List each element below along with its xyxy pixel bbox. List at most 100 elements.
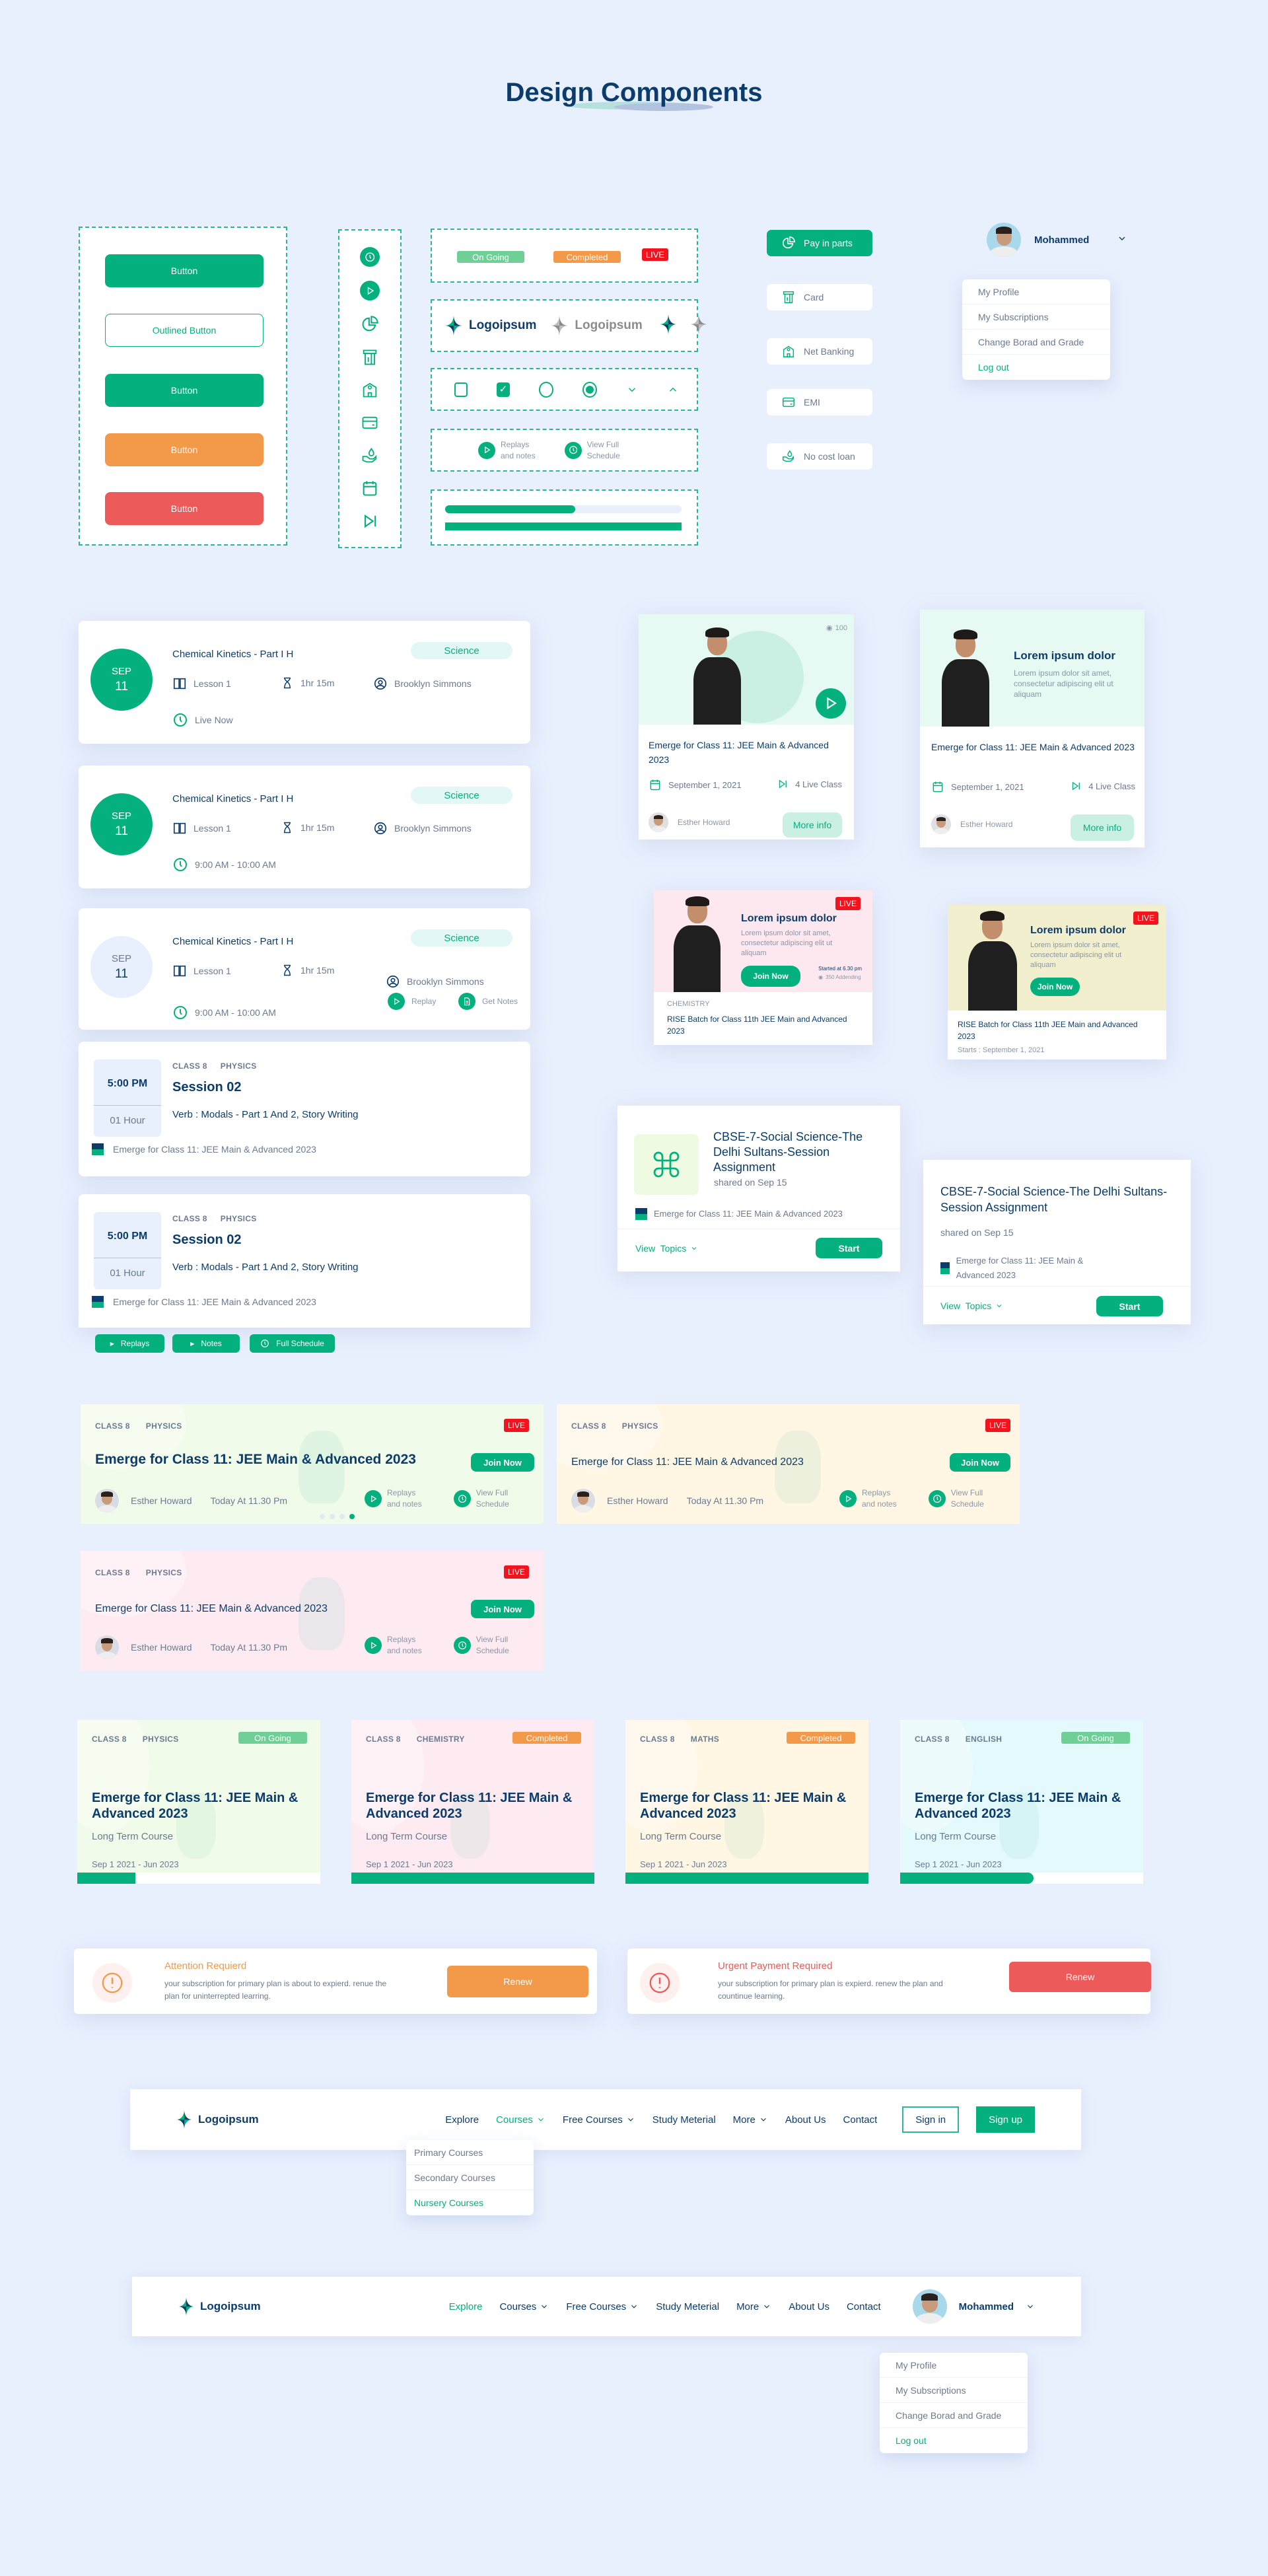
logo[interactable]: Logoipsum: [174, 2109, 259, 2130]
start-button[interactable]: Start: [1096, 1296, 1163, 1316]
replays-notes-link[interactable]: Replays and notes: [365, 1487, 422, 1510]
payment-option-3[interactable]: EMI: [767, 389, 872, 415]
user-menu-item[interactable]: Log out: [880, 2428, 1028, 2453]
session-button-0[interactable]: ▶ Replays: [95, 1334, 164, 1353]
nav-item-free-courses[interactable]: Free Courses: [566, 2301, 639, 2312]
user-menu-item[interactable]: My Subscriptions: [880, 2378, 1028, 2403]
payment-option-2[interactable]: Net Banking: [767, 338, 872, 365]
assignment-card[interactable]: CBSE-7-Social Science-The Delhi Sultans-…: [617, 1106, 900, 1271]
renew-button[interactable]: Renew: [1009, 1962, 1151, 1992]
payment-option-4[interactable]: No cost loan: [767, 443, 872, 470]
live-promo-card[interactable]: LIVE Lorem ipsum dolor Lorem ipsum dolor…: [948, 905, 1166, 1059]
carousel-dot[interactable]: [330, 1514, 335, 1519]
nav-item-contact[interactable]: Contact: [847, 2301, 881, 2312]
course-progress-card[interactable]: CLASS 8 PHYSICS On Going Emerge for Class…: [77, 1720, 320, 1884]
schedule-card[interactable]: SEP 11 Chemical Kinetics - Part I H Scien…: [79, 621, 530, 744]
session-card[interactable]: 5:00 PM 01 Hour CLASS 8 PHYSICS Session 0…: [79, 1042, 530, 1176]
nav-item-about-us[interactable]: About Us: [785, 2114, 826, 2126]
nav-item-free-courses[interactable]: Free Courses: [563, 2114, 635, 2126]
session-button-2[interactable]: Full Schedule: [250, 1334, 335, 1353]
nav-item-more[interactable]: More: [733, 2114, 768, 2126]
more-info-button[interactable]: More info: [1071, 814, 1134, 841]
red-button[interactable]: Button: [105, 492, 264, 525]
replay-link[interactable]: Replay: [388, 993, 436, 1010]
session-time: 5:00 PM: [94, 1059, 161, 1106]
get-notes-link[interactable]: Get Notes: [458, 993, 518, 1010]
join-now-button[interactable]: Join Now: [741, 966, 800, 987]
carousel-dot[interactable]: [339, 1514, 345, 1519]
course-progress-card[interactable]: CLASS 8 CHEMISTRY Completed Emerge for Cl…: [351, 1720, 594, 1884]
play-icon[interactable]: [816, 688, 846, 719]
nav-item-study-meterial[interactable]: Study Meterial: [656, 2301, 719, 2312]
view-schedule-link[interactable]: View Full Schedule: [453, 1634, 509, 1657]
join-now-button[interactable]: Join Now: [950, 1453, 1010, 1472]
view-schedule-link[interactable]: View Full Schedule: [453, 1487, 509, 1510]
sign-up-button[interactable]: Sign up: [976, 2106, 1035, 2133]
view-topics-toggle[interactable]: View Topics: [635, 1243, 698, 1254]
live-class-banner[interactable]: CLASS 8 PHYSICS LIVE Emerge for Class 11:…: [557, 1404, 1020, 1524]
schedule-card[interactable]: SEP 11 Chemical Kinetics - Part I H Scien…: [79, 908, 530, 1030]
nav-item-courses[interactable]: Courses: [496, 2114, 546, 2126]
renew-button[interactable]: Renew: [447, 1966, 588, 1997]
session-button-1[interactable]: ▶ Notes: [172, 1334, 240, 1353]
carousel-dot[interactable]: [320, 1514, 325, 1519]
live-class-banner[interactable]: CLASS 8 PHYSICS LIVE Emerge for Class 11:…: [81, 1404, 544, 1524]
promo-image: LIVE Lorem ipsum dolor Lorem ipsum dolor…: [654, 890, 872, 992]
nav-item-about-us[interactable]: About Us: [789, 2301, 829, 2312]
outlined-button[interactable]: Outlined Button: [105, 314, 264, 347]
checkbox-unchecked[interactable]: [454, 382, 468, 397]
assignment-card[interactable]: CBSE-7-Social Science-The Delhi Sultans-…: [923, 1160, 1191, 1324]
nav-label: Explore: [445, 2114, 479, 2126]
join-now-button[interactable]: Join Now: [1030, 978, 1080, 996]
session-card[interactable]: 5:00 PM 01 Hour CLASS 8 PHYSICS Session 0…: [79, 1194, 530, 1328]
radio-unchecked[interactable]: [539, 381, 553, 398]
nav-item-explore[interactable]: Explore: [445, 2114, 479, 2126]
live-promo-card[interactable]: LIVE Lorem ipsum dolor Lorem ipsum dolor…: [654, 890, 872, 1045]
nav-item-study-meterial[interactable]: Study Meterial: [652, 2114, 716, 2126]
completed-badge: Completed: [553, 251, 621, 263]
chevron-up-icon[interactable]: [667, 384, 679, 396]
radio-checked[interactable]: [582, 381, 597, 398]
replays-notes-link[interactable]: Replays and notes: [478, 439, 536, 462]
user-menu-item[interactable]: My Profile: [880, 2353, 1028, 2378]
payment-option-0[interactable]: Pay in parts: [767, 230, 872, 256]
orange-button[interactable]: Button: [105, 433, 264, 466]
nav-item-explore[interactable]: Explore: [449, 2301, 483, 2312]
courses-dropdown-item[interactable]: Secondary Courses: [406, 2165, 534, 2190]
schedule-card[interactable]: SEP 11 Chemical Kinetics - Part I H Scien…: [79, 766, 530, 888]
nav-item-courses[interactable]: Courses: [499, 2301, 549, 2312]
course-card[interactable]: ◉ 100 Emerge for Class 11: JEE Main & Adv…: [639, 614, 854, 840]
join-now-button[interactable]: Join Now: [471, 1453, 534, 1472]
carousel-dot[interactable]: [349, 1514, 355, 1519]
user-menu-toggle[interactable]: Mohammed: [912, 2289, 1035, 2324]
view-topics-toggle[interactable]: View Topics: [940, 1301, 1003, 1311]
profile-menu-item[interactable]: My Subscriptions: [962, 304, 1110, 330]
profile-menu-item[interactable]: My Profile: [962, 279, 1110, 304]
view-schedule-link[interactable]: View Full Schedule: [564, 439, 620, 462]
courses-dropdown-item[interactable]: Primary Courses: [406, 2140, 534, 2165]
live-class-banner[interactable]: CLASS 8 PHYSICS LIVE Emerge for Class 11:…: [81, 1551, 544, 1670]
courses-dropdown-item[interactable]: Nursery Courses: [406, 2190, 534, 2215]
sign-in-button[interactable]: Sign in: [902, 2106, 960, 2133]
start-button[interactable]: Start: [816, 1238, 882, 1258]
replays-notes-link[interactable]: Replays and notes: [839, 1487, 897, 1510]
logo[interactable]: Logoipsum: [176, 2296, 261, 2317]
more-info-button[interactable]: More info: [783, 812, 842, 838]
user-menu-item[interactable]: Change Borad and Grade: [880, 2403, 1028, 2428]
join-now-button[interactable]: Join Now: [471, 1600, 534, 1618]
profile-menu-item[interactable]: Change Borad and Grade: [962, 330, 1110, 355]
green-button[interactable]: Button: [105, 374, 264, 407]
replays-notes-link[interactable]: Replays and notes: [365, 1634, 422, 1657]
course-progress-card[interactable]: CLASS 8 ENGLISH On Going Emerge for Class…: [900, 1720, 1143, 1884]
view-schedule-link[interactable]: View Full Schedule: [928, 1487, 984, 1510]
profile-menu-item[interactable]: Log out: [962, 355, 1110, 380]
course-card[interactable]: Lorem ipsum dolor Lorem ipsum dolor sit …: [920, 610, 1145, 847]
chevron-down-icon[interactable]: [626, 384, 638, 396]
course-progress-card[interactable]: CLASS 8 MATHS Completed Emerge for Class …: [625, 1720, 868, 1884]
payment-option-1[interactable]: Card: [767, 284, 872, 310]
profile-toggle[interactable]: Mohammed: [987, 223, 1127, 257]
nav-item-contact[interactable]: Contact: [843, 2114, 878, 2126]
nav-item-more[interactable]: More: [736, 2301, 771, 2312]
green-button[interactable]: Button: [105, 254, 264, 287]
checkbox-checked[interactable]: ✓: [497, 382, 510, 397]
